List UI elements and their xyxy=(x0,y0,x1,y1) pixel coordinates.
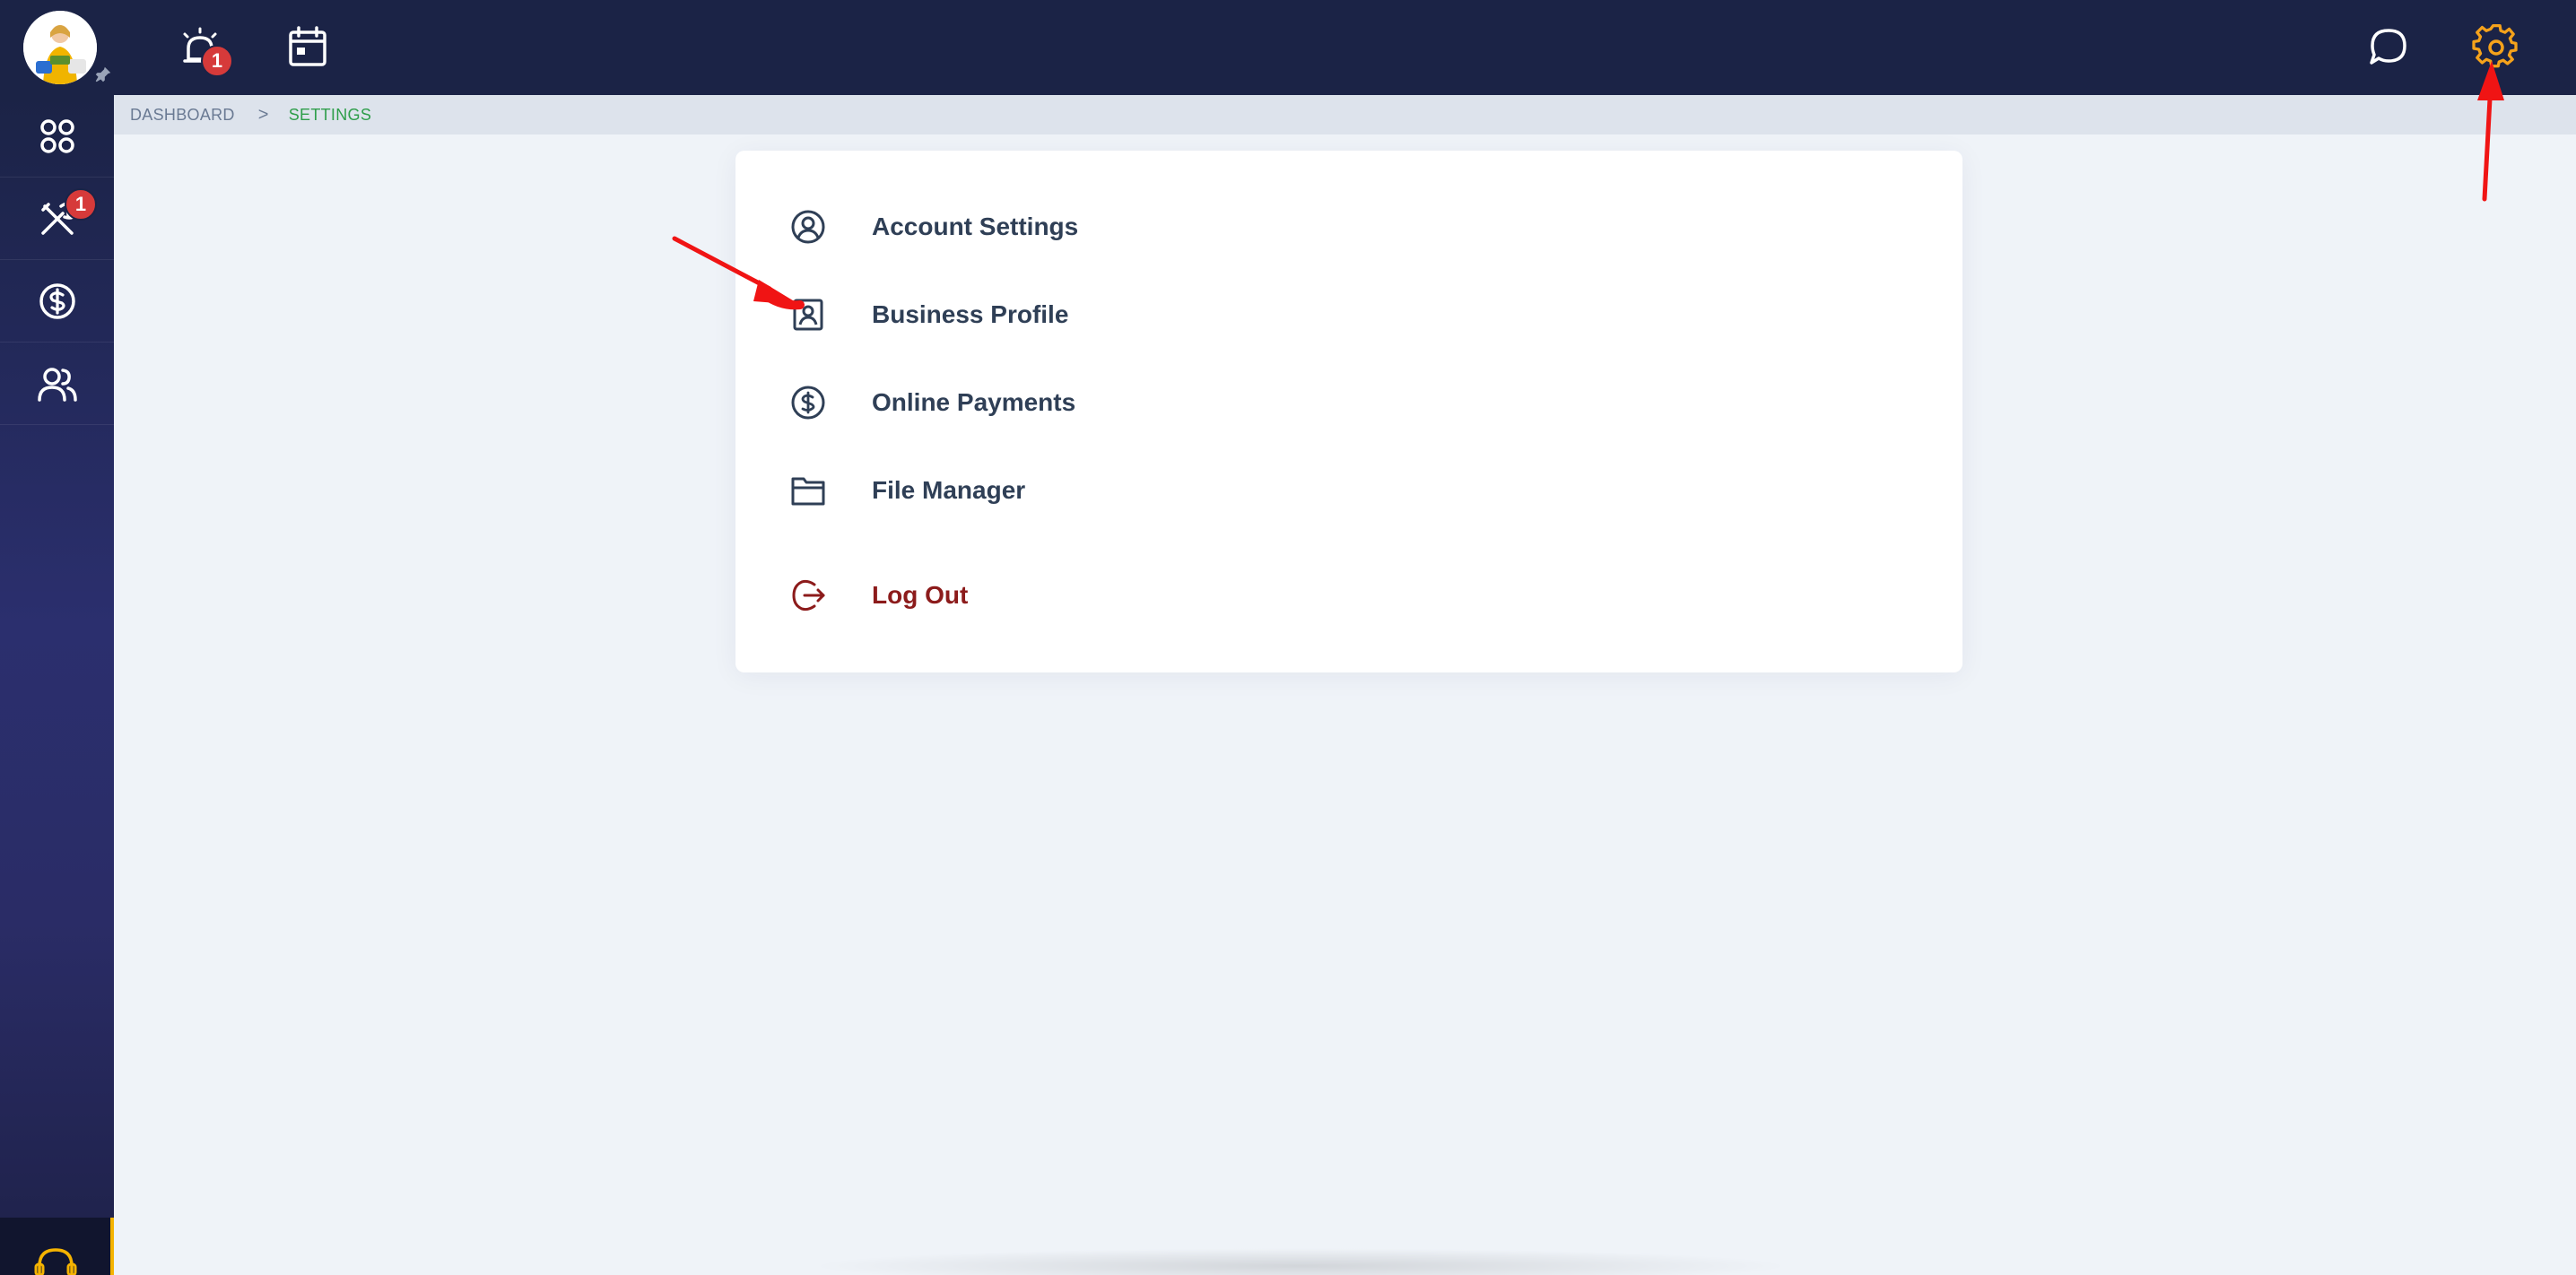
folder-icon xyxy=(791,477,825,506)
users-icon xyxy=(37,367,77,402)
menu-label-business-profile: Business Profile xyxy=(872,300,1069,328)
user-circle-icon xyxy=(791,210,825,244)
id-badge-icon xyxy=(793,299,823,331)
menu-label-file-manager: File Manager xyxy=(872,476,1026,504)
chat-button[interactable] xyxy=(2364,23,2413,72)
dollar-circle-icon xyxy=(791,386,825,420)
menu-item-account-settings[interactable]: Account Settings xyxy=(789,200,1078,254)
avatar[interactable] xyxy=(23,11,97,84)
calendar-button[interactable] xyxy=(283,23,332,72)
sidebar: 1 xyxy=(0,95,114,1275)
logout-icon xyxy=(792,579,825,611)
avatar-image xyxy=(23,11,97,84)
menu-item-file-manager[interactable]: File Manager xyxy=(789,464,1025,517)
alerts-button[interactable]: 1 xyxy=(176,23,233,77)
sidebar-item-customers[interactable] xyxy=(0,343,114,425)
calendar-icon xyxy=(289,26,326,66)
sidebar-item-jobs[interactable]: 1 xyxy=(0,178,114,260)
sidebar-item-dashboard[interactable] xyxy=(0,95,114,178)
support-button[interactable] xyxy=(0,1218,114,1275)
dollar-circle-icon xyxy=(39,282,75,319)
menu-item-business-profile[interactable]: Business Profile xyxy=(789,288,1068,342)
alerts-badge: 1 xyxy=(201,45,233,77)
grid-icon xyxy=(39,118,74,153)
gear-icon xyxy=(2472,23,2518,68)
settings-button[interactable] xyxy=(2472,23,2520,72)
sidebar-item-payments[interactable] xyxy=(0,260,114,343)
breadcrumb-settings: SETTINGS xyxy=(288,105,372,124)
breadcrumb: DASHBOARD > SETTINGS xyxy=(114,95,2576,134)
breadcrumb-separator: > xyxy=(257,104,269,125)
settings-menu-card: Account Settings Business Profile Online… xyxy=(735,151,1962,672)
breadcrumb-dashboard[interactable]: DASHBOARD xyxy=(130,106,235,125)
tools-badge: 1 xyxy=(65,188,97,221)
menu-label-account-settings: Account Settings xyxy=(872,212,1079,240)
menu-item-log-out[interactable]: Log Out xyxy=(789,568,968,622)
menu-label-log-out: Log Out xyxy=(872,581,969,609)
bottom-shadow xyxy=(807,1248,1794,1275)
menu-label-online-payments: Online Payments xyxy=(872,388,1076,416)
chat-bubble-icon xyxy=(2370,29,2406,65)
top-bar: 1 xyxy=(0,0,2576,95)
pin-icon[interactable] xyxy=(93,65,113,84)
menu-item-online-payments[interactable]: Online Payments xyxy=(789,376,1075,429)
headset-icon xyxy=(34,1248,76,1275)
